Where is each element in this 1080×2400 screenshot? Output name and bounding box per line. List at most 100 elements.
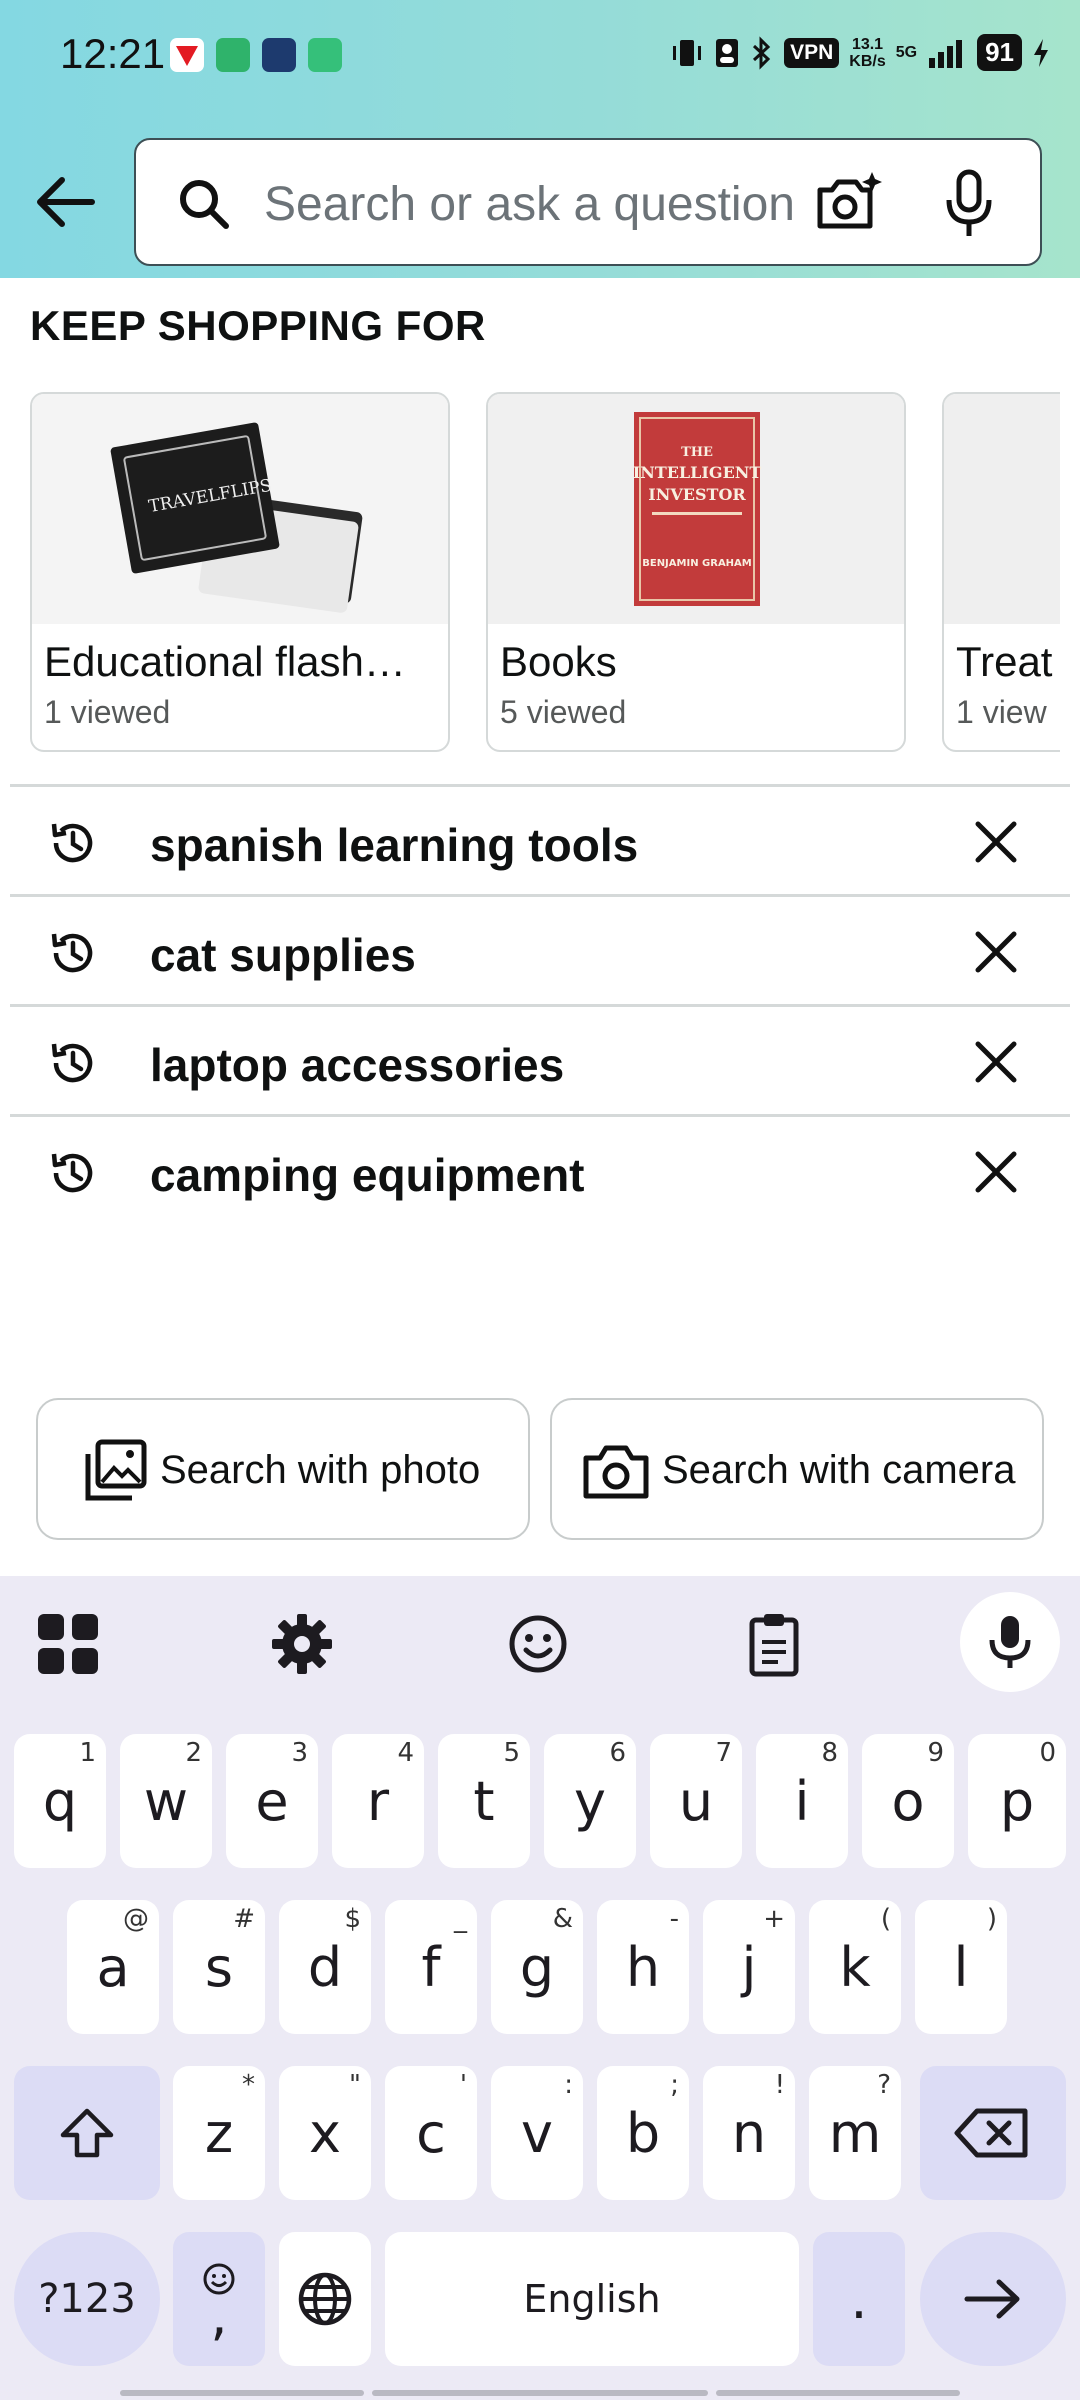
card-title: Educational flash… bbox=[44, 638, 406, 685]
camera-sparkle-icon bbox=[817, 172, 882, 229]
key-x[interactable]: x " bbox=[279, 2066, 371, 2200]
vibrate-icon bbox=[673, 39, 702, 66]
key-y[interactable]: y6 bbox=[544, 1734, 636, 1868]
back-button[interactable] bbox=[30, 170, 110, 240]
close-icon[interactable] bbox=[968, 814, 1024, 870]
card-subtitle: 5 viewed bbox=[500, 694, 627, 730]
key-n[interactable]: n! bbox=[703, 2066, 795, 2200]
history-icon bbox=[51, 823, 93, 863]
search-history-item[interactable]: cat supplies bbox=[10, 898, 1070, 1006]
close-icon[interactable] bbox=[968, 924, 1024, 980]
key-p[interactable]: p0 bbox=[968, 1734, 1066, 1868]
book-title-line: THE bbox=[681, 445, 713, 460]
book-title-line: INTELLIGENT bbox=[633, 463, 762, 482]
book-cover-image: THE INTELLIGENT INVESTOR BENJAMIN GRAHAM bbox=[488, 394, 904, 624]
camera-search-button[interactable] bbox=[812, 170, 882, 236]
search-history-item[interactable]: camping equipment bbox=[10, 1118, 1070, 1226]
emoji-icon[interactable] bbox=[500, 1606, 576, 1682]
gesture-bar bbox=[716, 2390, 960, 2396]
key-f[interactable]: f _ bbox=[385, 1900, 477, 2034]
signal-icon bbox=[929, 39, 963, 68]
search-history-item[interactable]: laptop accessories bbox=[10, 1008, 1070, 1116]
keep-shopping-card[interactable]: THE INTELLIGENT INVESTOR BENJAMIN GRAHAM… bbox=[486, 392, 906, 752]
keep-shopping-carousel[interactable]: TRAVELFLIPS Educational flash… 1 viewed … bbox=[30, 392, 1060, 754]
key-c[interactable]: c ' bbox=[385, 2066, 477, 2200]
key-z[interactable]: z * bbox=[173, 2066, 265, 2200]
key-v[interactable]: v: bbox=[491, 2066, 583, 2200]
divider bbox=[10, 1114, 1070, 1117]
divider bbox=[10, 784, 1070, 787]
key-k[interactable]: k( bbox=[809, 1900, 901, 2034]
wallet-notification-icon bbox=[216, 38, 250, 72]
period-key[interactable]: . bbox=[813, 2232, 905, 2366]
apps-grid-icon[interactable] bbox=[30, 1606, 106, 1682]
go-key[interactable] bbox=[920, 2232, 1066, 2366]
key-r[interactable]: r4 bbox=[332, 1734, 424, 1868]
search-with-camera-label: Search with camera bbox=[662, 1448, 1016, 1492]
network-type: 5G bbox=[895, 43, 918, 61]
key-h[interactable]: h- bbox=[597, 1900, 689, 2034]
flashcards-image: TRAVELFLIPS bbox=[32, 394, 448, 624]
backspace-key[interactable] bbox=[920, 2066, 1066, 2200]
history-label: laptop accessories bbox=[150, 1039, 565, 1091]
key-l[interactable]: l) bbox=[915, 1900, 1007, 2034]
space-key[interactable]: English bbox=[385, 2232, 799, 2366]
key-w[interactable]: w2 bbox=[120, 1734, 212, 1868]
keyboard-voice-button[interactable] bbox=[960, 1592, 1060, 1692]
shift-key[interactable] bbox=[14, 2066, 160, 2200]
key-j[interactable]: j + bbox=[703, 1900, 795, 2034]
search-history-item[interactable]: spanish learning tools bbox=[10, 788, 1070, 896]
key-g[interactable]: g & bbox=[491, 1900, 583, 2034]
history-icon bbox=[51, 1153, 93, 1193]
app-header: 12:21 VPN 13.1 KB/s 5G 91 bbox=[0, 0, 1080, 278]
language-key[interactable] bbox=[279, 2232, 371, 2366]
close-icon[interactable] bbox=[968, 1034, 1024, 1090]
shift-arrow-icon bbox=[60, 2108, 114, 2158]
contact-icon bbox=[716, 38, 739, 67]
search-with-camera-button[interactable]: Search with camera bbox=[550, 1398, 1044, 1540]
search-with-photo-button[interactable]: Search with photo bbox=[36, 1398, 530, 1540]
key-m[interactable]: m? bbox=[809, 2066, 901, 2200]
close-icon[interactable] bbox=[968, 1144, 1024, 1200]
system-status-icons: VPN 13.1 KB/s 5G 91 bbox=[670, 34, 1050, 71]
key-u[interactable]: u7 bbox=[650, 1734, 742, 1868]
key-b[interactable]: b; bbox=[597, 2066, 689, 2200]
network-speed: 13.1 KB/s bbox=[849, 35, 886, 70]
keep-shopping-card[interactable]: TRAVELFLIPS Educational flash… 1 viewed bbox=[30, 392, 450, 752]
bluetooth-icon bbox=[753, 35, 771, 70]
globe-icon bbox=[298, 2272, 352, 2326]
clipboard-icon[interactable] bbox=[736, 1606, 812, 1682]
history-label: cat supplies bbox=[150, 929, 416, 981]
divider bbox=[10, 894, 1070, 897]
history-label: camping equipment bbox=[150, 1149, 585, 1201]
product-image bbox=[944, 394, 1060, 624]
key-q[interactable]: q1 bbox=[14, 1734, 106, 1868]
keep-shopping-card[interactable]: Treat 1 view bbox=[942, 392, 1060, 752]
arrow-right-icon bbox=[964, 2279, 1020, 2319]
search-with-photo-label: Search with photo bbox=[160, 1448, 481, 1492]
notification-icons bbox=[170, 38, 342, 72]
key-o[interactable]: o9 bbox=[862, 1734, 954, 1868]
symbols-key[interactable]: ?123 bbox=[14, 2232, 160, 2366]
emoji-comma-key[interactable]: , bbox=[173, 2232, 265, 2366]
cat-notification-icon bbox=[262, 38, 296, 72]
search-icon bbox=[180, 180, 229, 229]
book-title-line: INVESTOR bbox=[648, 485, 746, 504]
voice-search-button[interactable] bbox=[942, 168, 996, 240]
key-d[interactable]: d $ bbox=[279, 1900, 371, 2034]
search-bar[interactable] bbox=[134, 138, 1042, 266]
key-i[interactable]: i8 bbox=[756, 1734, 848, 1868]
settings-gear-icon[interactable] bbox=[264, 1606, 340, 1682]
microphone-icon bbox=[946, 169, 992, 236]
key-e[interactable]: e3 bbox=[226, 1734, 318, 1868]
history-label: spanish learning tools bbox=[150, 819, 639, 871]
keep-shopping-title: KEEP SHOPPING FOR bbox=[30, 302, 486, 349]
backspace-icon bbox=[954, 2108, 1028, 2158]
card-subtitle: 1 viewed bbox=[44, 694, 171, 730]
key-t[interactable]: t5 bbox=[438, 1734, 530, 1868]
key-a[interactable]: a @ bbox=[67, 1900, 159, 2034]
card-title: Books bbox=[500, 638, 617, 685]
gesture-bar bbox=[120, 2390, 364, 2396]
key-s[interactable]: s # bbox=[173, 1900, 265, 2034]
status-time: 12:21 bbox=[60, 30, 166, 77]
